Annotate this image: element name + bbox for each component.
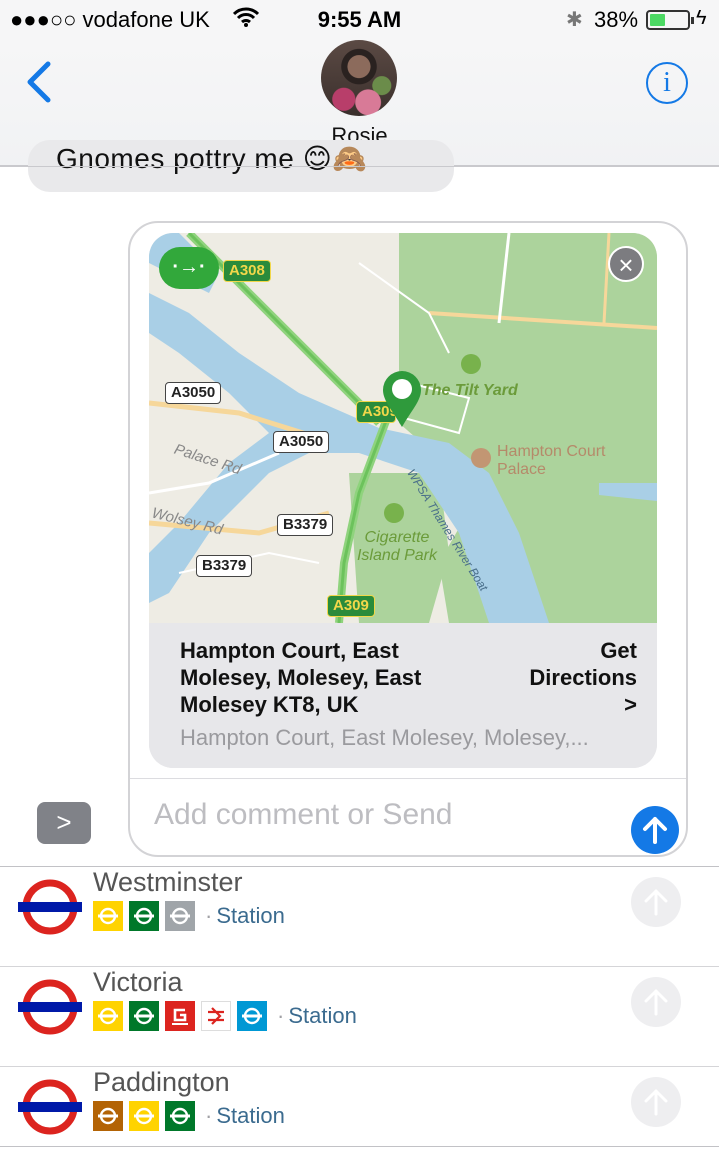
tube-roundel-icon — [18, 979, 82, 1035]
station-type-text: Station — [216, 1103, 285, 1128]
send-button[interactable] — [631, 806, 679, 854]
road-label-a3050: A3050 — [273, 431, 330, 453]
tube-roundel-icon — [18, 879, 82, 935]
get-directions-label: Get Directions — [529, 638, 637, 690]
arrow-up-icon — [644, 989, 668, 1016]
messages-screen: ●●●○○ vodafone UK 9:55 AM ✱ 38% ϟ Rosie … — [0, 0, 719, 1151]
road-label-a308: A308 — [223, 260, 271, 282]
station-row[interactable]: Victoria · Station — [0, 966, 719, 1066]
chevron-right-icon: > — [624, 692, 637, 717]
comment-input[interactable] — [154, 793, 594, 837]
station-name: Westminster — [93, 867, 243, 897]
arrow-up-icon — [644, 1089, 668, 1116]
road-label-b3379: B3379 — [277, 514, 334, 536]
separator-dot: · — [205, 1103, 213, 1128]
road-label-a3050: A3050 — [165, 382, 222, 404]
expand-apps-button[interactable]: > — [37, 802, 91, 844]
send-station-button[interactable] — [631, 1077, 681, 1127]
station-name: Paddington — [93, 1067, 230, 1097]
station-type-label: · Station — [205, 903, 285, 929]
tube-icon — [93, 1001, 123, 1031]
poi-hampton-court-palace[interactable]: Hampton Court Palace — [497, 443, 607, 479]
tube-icon — [237, 1001, 267, 1031]
station-row[interactable]: Westminster · Station — [0, 866, 719, 966]
location-card[interactable]: ·→· × A308 A3050 A309 A3050 B3379 B3379 … — [149, 233, 657, 768]
tube-icon — [93, 901, 123, 931]
station-type-text: Station — [288, 1003, 357, 1028]
close-card-button[interactable]: × — [608, 246, 644, 282]
get-directions-link[interactable]: Get Directions > — [497, 637, 637, 718]
gatwick-express-icon — [165, 1001, 195, 1031]
tube-icon — [129, 901, 159, 931]
national-rail-icon — [201, 1001, 231, 1031]
tube-icon — [129, 1101, 159, 1131]
info-button[interactable]: i — [646, 62, 688, 104]
station-type-label: · Station — [205, 1103, 285, 1129]
comment-row — [130, 778, 686, 856]
battery-level — [650, 14, 666, 26]
station-row[interactable]: Paddington · Station — [0, 1066, 719, 1151]
road-label-a309: A309 — [327, 595, 375, 617]
header-divider — [0, 166, 719, 167]
poi-tilt-yard[interactable]: The Tilt Yard — [422, 382, 518, 400]
arrow-up-icon — [643, 817, 667, 844]
list-bottom-divider — [0, 1146, 719, 1147]
station-type-label: · Station — [277, 1003, 357, 1029]
chevron-left-icon — [27, 61, 51, 103]
address-subtitle: Hampton Court, East Molesey, Molesey,... — [180, 725, 589, 750]
line-icons: · Station — [93, 1101, 285, 1131]
address-title: Hampton Court, East Molesey, Molesey, Ea… — [180, 638, 422, 717]
tube-icon — [129, 1001, 159, 1031]
location-pin-icon — [383, 371, 421, 427]
send-station-button[interactable] — [631, 977, 681, 1027]
directions-pill[interactable]: ·→· — [159, 247, 219, 289]
status-bar: ●●●○○ vodafone UK 9:55 AM ✱ 38% ϟ — [0, 0, 719, 40]
bluetooth-icon: ✱ — [566, 9, 583, 31]
station-name: Victoria — [93, 967, 183, 997]
battery-icon — [646, 10, 694, 30]
avatar[interactable] — [321, 40, 397, 116]
separator-dot: · — [277, 1003, 285, 1028]
tube-icon — [165, 1101, 195, 1131]
message-composer: ·→· × A308 A3050 A309 A3050 B3379 B3379 … — [128, 221, 688, 857]
road-label-b3379: B3379 — [196, 555, 253, 577]
poi-cigarette-island-park[interactable]: Cigarette Island Park — [347, 529, 447, 565]
arrow-up-icon — [644, 889, 668, 916]
line-icons: · Station — [93, 901, 285, 931]
separator-dot: · — [205, 903, 213, 928]
tube-icon — [93, 1101, 123, 1131]
location-info[interactable]: Hampton Court, East Molesey, Molesey, Ea… — [149, 623, 657, 768]
charging-icon: ϟ — [696, 7, 707, 29]
tube-roundel-icon — [18, 1079, 82, 1135]
station-list: Westminster · Station Victoria · Station Paddi… — [0, 866, 719, 1151]
tube-icon — [165, 901, 195, 931]
station-type-text: Station — [216, 903, 285, 928]
send-station-button[interactable] — [631, 877, 681, 927]
previous-message-text: Gnomes pottry me 😊🙈 — [56, 143, 368, 174]
back-button[interactable] — [22, 60, 56, 104]
battery-percent: 38% — [594, 7, 639, 32]
line-icons: · Station — [93, 1001, 357, 1031]
